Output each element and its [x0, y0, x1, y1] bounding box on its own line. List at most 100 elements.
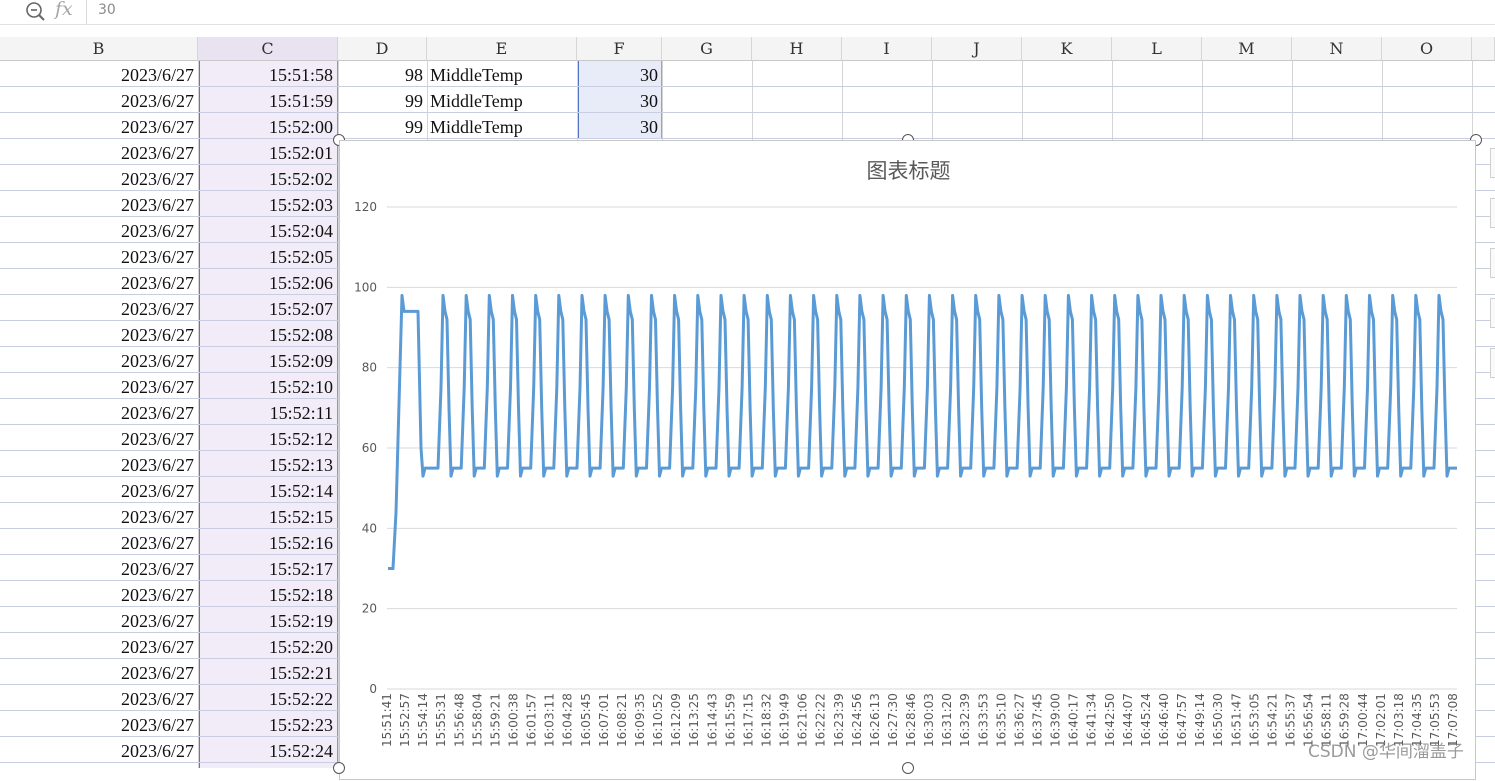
- time-cell[interactable]: 15:52:12: [200, 425, 333, 451]
- col-header-h[interactable]: H: [752, 37, 842, 61]
- x-tick-label: 16:53:05: [1247, 693, 1261, 747]
- time-cell[interactable]: 15:52:23: [200, 711, 333, 737]
- time-cell[interactable]: 15:52:07: [200, 295, 333, 321]
- date-cell[interactable]: 2023/6/27: [0, 61, 194, 87]
- value-cell[interactable]: 99: [340, 113, 423, 139]
- resize-handle-bottom[interactable]: [902, 762, 914, 774]
- date-cell[interactable]: 2023/6/27: [0, 87, 194, 113]
- label-cell[interactable]: MiddleTemp: [430, 87, 575, 113]
- col-header-e[interactable]: E: [427, 37, 577, 61]
- time-cell[interactable]: 15:52:19: [200, 607, 333, 633]
- col-header-d[interactable]: D: [338, 37, 427, 61]
- chart-tool-button[interactable]: [1490, 298, 1495, 328]
- line-chart[interactable]: 图表标题 0 20 40 60 80 100 120 15:51:41 15:52:57 15:5…: [339, 140, 1476, 780]
- time-cell[interactable]: 15:52:03: [200, 191, 333, 217]
- time-cell[interactable]: 15:52:11: [200, 399, 333, 425]
- value-cell[interactable]: 30: [580, 113, 658, 139]
- time-cell[interactable]: 15:51:58: [200, 61, 333, 87]
- date-cell[interactable]: 2023/6/27: [0, 399, 194, 425]
- date-cell[interactable]: 2023/6/27: [0, 321, 194, 347]
- time-cell[interactable]: 15:52:05: [200, 243, 333, 269]
- date-cell[interactable]: 2023/6/27: [0, 191, 194, 217]
- time-cell[interactable]: 15:52:01: [200, 139, 333, 165]
- date-cell[interactable]: 2023/6/27: [0, 113, 194, 139]
- date-cell[interactable]: 2023/6/27: [0, 373, 194, 399]
- date-cell[interactable]: 2023/6/27: [0, 581, 194, 607]
- date-cell[interactable]: 2023/6/27: [0, 425, 194, 451]
- date-cell[interactable]: 2023/6/27: [0, 451, 194, 477]
- time-cell[interactable]: 15:52:16: [200, 529, 333, 555]
- value-cell[interactable]: 30: [580, 87, 658, 113]
- date-cell[interactable]: 2023/6/27: [0, 555, 194, 581]
- col-header-i[interactable]: I: [842, 37, 932, 61]
- value-cell[interactable]: 99: [340, 87, 423, 113]
- time-cell[interactable]: 15:52:08: [200, 321, 333, 347]
- col-header-o[interactable]: O: [1382, 37, 1472, 61]
- time-cell[interactable]: 15:52:10: [200, 373, 333, 399]
- formula-input[interactable]: 30: [98, 2, 116, 18]
- date-cell[interactable]: 2023/6/27: [0, 139, 194, 165]
- column-gridline: [198, 61, 199, 768]
- x-tick-label: 16:26:13: [868, 693, 882, 747]
- date-cell[interactable]: 2023/6/27: [0, 477, 194, 503]
- time-cell[interactable]: 15:52:13: [200, 451, 333, 477]
- date-cell[interactable]: 2023/6/27: [0, 347, 194, 373]
- chart-tool-button[interactable]: [1490, 148, 1495, 178]
- col-header-g[interactable]: G: [662, 37, 752, 61]
- col-header-n[interactable]: N: [1292, 37, 1382, 61]
- time-cell[interactable]: 15:52:18: [200, 581, 333, 607]
- x-tick-label: 16:10:52: [651, 693, 665, 747]
- col-header-k[interactable]: K: [1022, 37, 1112, 61]
- date-cell[interactable]: 2023/6/27: [0, 529, 194, 555]
- fx-icon[interactable]: fx: [55, 0, 73, 20]
- series-line[interactable]: [388, 293, 1457, 570]
- chart-tool-button[interactable]: [1490, 348, 1495, 378]
- time-cell[interactable]: 15:52:24: [200, 737, 333, 763]
- col-header-m[interactable]: M: [1202, 37, 1292, 61]
- col-header-f[interactable]: F: [577, 37, 662, 61]
- resize-handle-bottom-left[interactable]: [333, 762, 345, 774]
- plot-area: 0 20 40 60 80 100 120 15:51:41 15:52:57 15:54:14 1…: [354, 200, 1460, 747]
- x-tick-label: 15:51:41: [380, 693, 394, 747]
- time-cell[interactable]: 15:51:59: [200, 87, 333, 113]
- date-cell[interactable]: 2023/6/27: [0, 269, 194, 295]
- col-header-c[interactable]: C: [198, 37, 338, 61]
- zoom-icon[interactable]: [24, 0, 46, 22]
- time-cell[interactable]: 15:52:02: [200, 165, 333, 191]
- date-cell[interactable]: 2023/6/27: [0, 607, 194, 633]
- date-cell[interactable]: 2023/6/27: [0, 165, 194, 191]
- time-cell[interactable]: 15:52:17: [200, 555, 333, 581]
- col-header-l[interactable]: L: [1112, 37, 1202, 61]
- formula-bar: fx 30: [0, 0, 1495, 25]
- time-cell[interactable]: 15:52:22: [200, 685, 333, 711]
- date-cell[interactable]: 2023/6/27: [0, 685, 194, 711]
- chart-tool-button[interactable]: [1490, 198, 1495, 228]
- date-cell[interactable]: 2023/6/27: [0, 633, 194, 659]
- time-cell[interactable]: 15:52:20: [200, 633, 333, 659]
- y-tick-label: 80: [362, 361, 377, 375]
- date-cell[interactable]: 2023/6/27: [0, 295, 194, 321]
- date-cell[interactable]: 2023/6/27: [0, 503, 194, 529]
- time-cell[interactable]: 15:52:00: [200, 113, 333, 139]
- date-cell[interactable]: 2023/6/27: [0, 659, 194, 685]
- date-cell[interactable]: 2023/6/27: [0, 217, 194, 243]
- time-cell[interactable]: 15:52:15: [200, 503, 333, 529]
- col-header-b[interactable]: B: [0, 37, 198, 61]
- x-tick-label: 16:23:39: [832, 693, 846, 747]
- time-cell[interactable]: 15:52:06: [200, 269, 333, 295]
- chart-tool-button[interactable]: [1490, 248, 1495, 278]
- label-cell[interactable]: MiddleTemp: [430, 61, 575, 87]
- time-cell[interactable]: 15:52:14: [200, 477, 333, 503]
- value-cell[interactable]: 98: [340, 61, 423, 87]
- col-header-p[interactable]: [1472, 37, 1495, 61]
- label-cell[interactable]: MiddleTemp: [430, 113, 575, 139]
- time-cell[interactable]: 15:52:04: [200, 217, 333, 243]
- date-cell[interactable]: 2023/6/27: [0, 737, 194, 763]
- value-cell[interactable]: 30: [580, 61, 658, 87]
- date-cell[interactable]: 2023/6/27: [0, 243, 194, 269]
- date-cell[interactable]: 2023/6/27: [0, 711, 194, 737]
- x-tick-label: 15:59:21: [488, 693, 502, 747]
- time-cell[interactable]: 15:52:09: [200, 347, 333, 373]
- col-header-j[interactable]: J: [932, 37, 1022, 61]
- time-cell[interactable]: 15:52:21: [200, 659, 333, 685]
